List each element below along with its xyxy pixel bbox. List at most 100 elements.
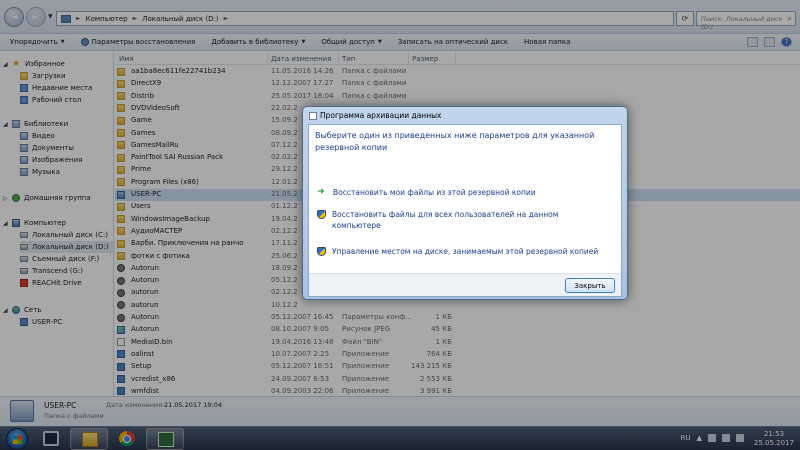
file-row[interactable]: DirectX9 12.12.2007 17:27 Папка с файлами [115,78,800,90]
user-folder-icon [117,190,125,199]
removable-drive-icon [20,256,28,262]
settings-file-icon [117,313,125,322]
address-field[interactable]: ► Компьютер ► Локальный диск (D:) ► [56,11,674,26]
file-date: 02.12.2 [271,288,298,297]
expand-triangle-icon[interactable]: ◢ [3,61,8,68]
file-row[interactable]: Distrib 25.05.2017 18:04 Папка с файлами [115,91,800,103]
volume-icon[interactable] [736,434,744,442]
collapse-triangle-icon[interactable]: ▷ [3,195,8,202]
organize-button[interactable]: Упорядочить ▼ [10,38,65,46]
share-button[interactable]: Общий доступ ▼ [321,38,381,46]
nav-homegroup[interactable]: ▷ Домашняя группа [3,192,125,204]
action-center-icon[interactable] [708,434,716,442]
network-tray-icon[interactable] [722,434,730,442]
start-button[interactable] [6,428,28,450]
file-name: DirectX9 [131,79,162,88]
folder-icon [117,67,125,76]
clock[interactable]: 21:53 25.05.2017 [754,430,794,448]
column-date[interactable]: Дата изменения [271,55,331,63]
chevron-right-icon[interactable]: ► [224,15,229,22]
column-size[interactable]: Размер [412,55,438,63]
taskbar: RU ▲ 21:53 25.05.2017 [0,426,800,450]
taskbar-chrome[interactable] [108,428,146,450]
nav-computer[interactable]: ◢ Компьютер [3,217,125,229]
add-to-library-button[interactable]: Добавить в библиотеку ▼ [211,38,305,46]
forward-button[interactable]: ► [26,7,46,27]
option-restore-all-users[interactable]: Восстановить файлы для всех пользователе… [317,209,607,231]
taskbar-media-player[interactable] [32,428,70,450]
video-library-icon [20,132,28,140]
help-icon[interactable]: ? [781,37,792,47]
burn-button[interactable]: Записать на оптический диск [398,38,508,46]
breadcrumb-drive-d[interactable]: Локальный диск (D:) [142,15,218,23]
view-options-icon[interactable] [747,37,758,47]
chevron-right-icon[interactable]: ► [76,15,81,22]
clock-date: 25.05.2017 [753,439,794,447]
file-row[interactable]: autorun 10.12.2 [115,300,800,312]
expand-triangle-icon[interactable]: ◢ [3,307,8,314]
search-icon[interactable]: ⌕ [788,14,792,24]
chevron-down-icon: ▼ [301,39,306,45]
expand-triangle-icon[interactable]: ◢ [3,121,8,128]
reachit-drive-icon [20,279,28,287]
file-date: 29.12.2 [271,165,298,174]
file-row[interactable]: MediaID.bin 19.04.2016 13:48 Файл "BIN" 1 К… [115,337,800,349]
file-type: Папка с файлами [342,79,407,88]
taskbar-backup[interactable] [146,428,184,450]
file-row[interactable]: Autorun 05.12.2007 16:45 Параметры конф...… [115,312,800,324]
file-date: 17.11.2 [271,239,298,248]
show-hidden-icons-icon[interactable]: ▲ [697,434,702,442]
back-button[interactable]: ◄ [4,7,24,27]
search-input[interactable]: Поиск: Локальный диск (D:) ⌕ [696,11,796,31]
restore-options-button[interactable]: Параметры восстановления [80,38,195,46]
file-date: 18.09.2 [271,263,298,272]
application-icon [117,387,125,396]
option-restore-all-users-label: Восстановить файлы для всех пользователе… [332,210,559,230]
breadcrumb-computer[interactable]: Компьютер [86,15,128,23]
new-folder-button[interactable]: Новая папка [524,38,570,46]
column-type[interactable]: Тип [342,55,355,63]
file-date: 15.09.2 [271,116,298,125]
language-indicator[interactable]: RU [681,434,691,442]
documents-library-icon [20,144,28,152]
file-date: 11.05.2016 14:26 [271,67,334,75]
taskbar-explorer[interactable] [70,428,108,450]
expand-triangle-icon[interactable]: ◢ [3,220,8,227]
folder-icon [117,104,125,113]
file-name: DVDVideoSoft [131,103,180,112]
option-manage-space[interactable]: Управление местом на диске, занимаемым э… [317,246,607,257]
file-name: autorun [131,288,159,297]
refresh-icon[interactable]: ⟳ [676,11,694,26]
recent-pages-dropdown-icon[interactable]: ▼ [48,13,53,20]
file-type: Папка с файлами [342,67,407,75]
file-name: Program Files (x86) [131,177,199,186]
music-library-icon [20,168,28,176]
file-date: 05.12.2007 16:51 [271,362,334,371]
file-type: Папка с файлами [342,91,407,100]
nav-network[interactable]: ◢ Сеть [3,304,125,316]
share-label: Общий доступ [321,38,375,46]
nav-favorites[interactable]: ◢ ★ Избранное [3,58,125,70]
file-name: Autorun [131,276,160,285]
file-row[interactable]: Setup 05.12.2007 16:51 Приложение 143 215 К… [115,361,800,373]
settings-file-icon [117,288,125,297]
option-manage-space-label: Управление местом на диске, занимаемым э… [332,247,599,256]
file-row[interactable]: vcredist_x86 24.09.2007 6:53 Приложение 2 5… [115,374,800,386]
file-row[interactable]: oalinst 10.07.2007 2:25 Приложение 764 КБ [115,349,800,361]
shield-icon [317,247,326,256]
option-restore-my-files[interactable]: ➜ Восстановить мои файлы из этой резервн… [317,187,607,198]
nav-libraries[interactable]: ◢ Библиотеки [3,118,125,130]
file-row[interactable]: Autorun 08.10.2007 9:05 Рисунок JPEG 45 КБ [115,324,800,336]
file-type: Приложение [342,349,390,358]
file-row[interactable]: aa1ba8ec611fe22741b234 11.05.2016 14:26 Па… [115,66,800,78]
close-button[interactable]: Закрыть [565,278,615,293]
column-name[interactable]: Имя [119,55,134,63]
settings-file-icon [117,276,125,285]
file-row[interactable]: wmfdist 04.09.2003 22:06 Приложение 3 991 К… [115,386,800,396]
preview-pane-icon[interactable] [764,37,775,47]
details-date-value: 21.05.2017 19:04 [164,401,223,409]
application-icon [117,350,125,359]
chevron-right-icon[interactable]: ► [133,15,138,22]
file-date: 05.12.2 [271,276,298,285]
file-date: 12.01.2 [271,177,298,186]
